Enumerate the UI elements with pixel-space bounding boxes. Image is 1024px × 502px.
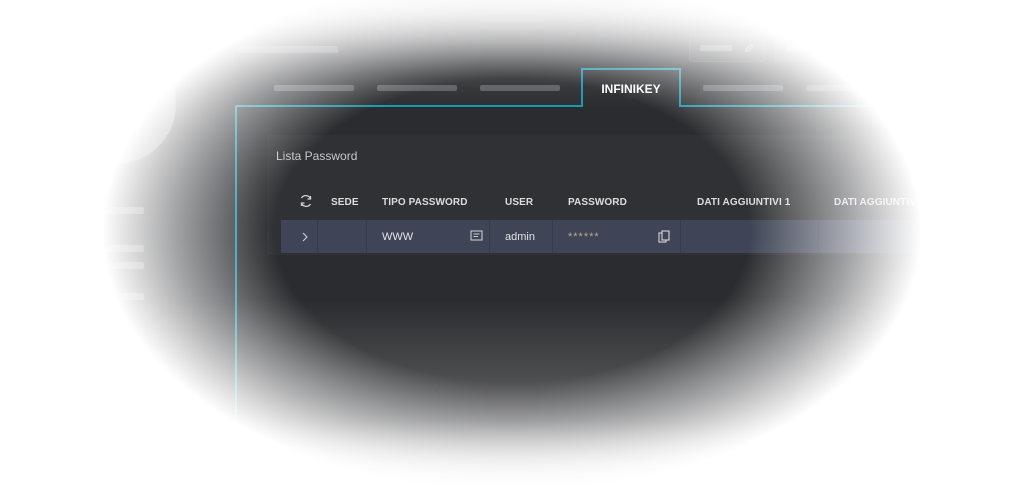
copy-icon[interactable]: [658, 230, 671, 243]
tab-1[interactable]: [274, 85, 354, 91]
column-header-user[interactable]: USER: [505, 197, 533, 208]
sidebar-item-3[interactable]: [46, 262, 144, 269]
edit-button-label: [700, 45, 732, 51]
tab-3[interactable]: [480, 85, 560, 91]
cell-tipo-password: WWW: [382, 231, 414, 243]
delete-button-label: [786, 45, 818, 51]
pencil-icon: [744, 43, 753, 53]
cell-divider: [680, 220, 681, 253]
tab-2[interactable]: [377, 85, 457, 91]
sidebar-item-1[interactable]: [46, 207, 144, 214]
user-icon[interactable]: [8, 324, 28, 344]
column-header-sede[interactable]: SEDE: [331, 197, 359, 208]
page-title-placeholder: [238, 46, 338, 53]
cell-divider: [317, 220, 318, 253]
column-header-tipo-password[interactable]: TIPO PASSWORD: [382, 197, 468, 208]
confirm-button-label: [871, 45, 937, 51]
sidebar-icons: [8, 198, 34, 408]
app-window: INFINIKEY Lista Password + SEDE TIPO PAS…: [0, 0, 1024, 502]
column-header-dati-aggiuntivi-1[interactable]: DATI AGGIUNTIVI 1: [697, 197, 790, 208]
panel-border-left-top: [235, 105, 583, 107]
sidebar-item-2[interactable]: [46, 245, 144, 252]
panel-border-right-top: [679, 105, 1024, 107]
gear-icon[interactable]: [8, 282, 28, 302]
cell-user: admin: [505, 231, 535, 243]
confirm-button[interactable]: [860, 34, 980, 62]
tab-6[interactable]: [806, 85, 886, 91]
layers-icon[interactable]: [8, 240, 28, 260]
edit-button[interactable]: [689, 34, 765, 62]
cell-divider: [489, 220, 490, 253]
password-list-title: Lista Password: [276, 149, 358, 163]
tab-infinikey[interactable]: INFINIKEY: [581, 68, 681, 108]
check-square-icon: [949, 42, 961, 54]
chevron-right-icon[interactable]: [300, 231, 310, 243]
column-header-dati-aggiuntivi-2[interactable]: DATI AGGIUNTIVI 2: [834, 197, 927, 208]
cell-divider: [366, 220, 367, 253]
clock-icon[interactable]: [8, 198, 28, 218]
sidebar-item-4[interactable]: [46, 293, 144, 300]
refresh-icon[interactable]: [299, 194, 313, 208]
trash-icon: [831, 44, 839, 53]
row-action-icon[interactable]: [962, 230, 974, 242]
column-header-password[interactable]: PASSWORD: [568, 197, 627, 208]
cell-password: ******: [568, 231, 600, 243]
panel-border-left: [235, 105, 237, 502]
sidebar-divider: [46, 322, 104, 325]
document-icon[interactable]: [8, 366, 28, 386]
tab-5[interactable]: [703, 85, 783, 91]
sidebar: [0, 0, 235, 502]
delete-button[interactable]: [775, 34, 851, 62]
avatar: [56, 44, 176, 164]
cell-divider: [818, 220, 819, 253]
cell-divider: [552, 220, 553, 253]
add-password-button[interactable]: +: [903, 144, 939, 172]
note-icon[interactable]: [470, 230, 483, 242]
